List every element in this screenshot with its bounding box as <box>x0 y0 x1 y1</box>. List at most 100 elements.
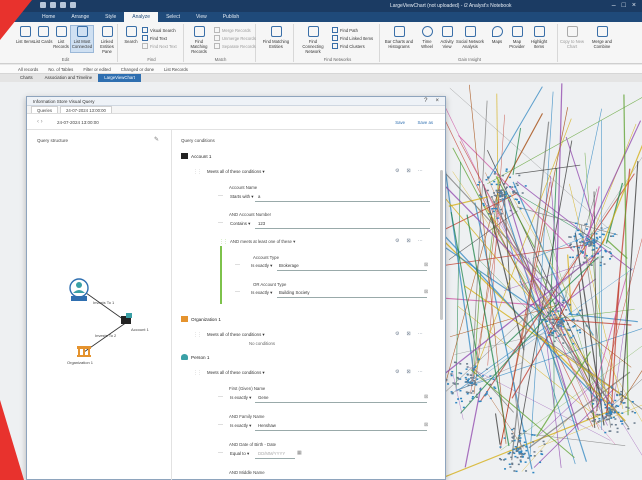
network-node[interactable] <box>557 323 560 326</box>
network-node[interactable] <box>459 363 462 365</box>
network-node[interactable] <box>611 403 614 406</box>
network-node[interactable] <box>504 191 507 193</box>
network-node[interactable] <box>466 363 469 365</box>
network-node[interactable] <box>592 399 595 402</box>
network-node[interactable] <box>604 403 607 406</box>
network-node[interactable] <box>604 416 607 418</box>
network-node[interactable] <box>492 210 495 213</box>
network-node[interactable] <box>496 217 499 219</box>
network-node[interactable] <box>504 468 507 470</box>
network-node[interactable] <box>457 398 460 400</box>
network-node[interactable] <box>621 412 624 414</box>
network-node[interactable] <box>570 246 573 249</box>
network-node[interactable] <box>587 238 590 241</box>
linked-entities-pane-button[interactable]: Linked Entities Pane <box>96 26 118 54</box>
network-node[interactable] <box>616 431 619 433</box>
network-node[interactable] <box>625 406 628 408</box>
network-node[interactable] <box>550 328 553 330</box>
doc-tab-largeviewchart[interactable]: LargeViewChart <box>98 74 141 82</box>
network-node[interactable] <box>585 228 588 230</box>
network-node[interactable] <box>514 455 517 458</box>
dialog-close-icon[interactable]: × <box>435 98 439 104</box>
maps-button[interactable]: Maps <box>486 26 508 44</box>
network-node[interactable] <box>485 178 488 181</box>
network-node[interactable] <box>505 186 508 189</box>
network-node[interactable] <box>519 437 522 439</box>
network-node[interactable] <box>498 184 501 186</box>
network-node[interactable] <box>524 185 527 187</box>
network-node[interactable] <box>598 413 601 416</box>
network-node[interactable] <box>603 263 606 265</box>
network-node[interactable] <box>600 398 603 401</box>
delete-icon[interactable]: ⊠ <box>406 331 410 337</box>
more-icon[interactable]: ··· <box>418 168 423 174</box>
network-node[interactable] <box>482 203 485 205</box>
network-node[interactable] <box>553 302 556 305</box>
network-node[interactable] <box>519 207 522 210</box>
network-node[interactable] <box>539 338 542 340</box>
network-node[interactable] <box>574 222 577 225</box>
network-node[interactable] <box>573 235 576 238</box>
network-node[interactable] <box>561 301 564 304</box>
network-node[interactable] <box>466 366 469 368</box>
network-node[interactable] <box>581 236 584 238</box>
network-node[interactable] <box>509 209 512 212</box>
network-node[interactable] <box>503 183 506 185</box>
network-node[interactable] <box>559 333 562 336</box>
network-node[interactable] <box>540 453 543 455</box>
network-node[interactable] <box>581 240 584 243</box>
network-node[interactable] <box>568 329 571 332</box>
network-node[interactable] <box>508 463 511 466</box>
network-node[interactable] <box>589 244 592 246</box>
network-node[interactable] <box>516 184 519 187</box>
network-node[interactable] <box>559 323 562 325</box>
network-node[interactable] <box>555 325 558 327</box>
network-node[interactable] <box>606 414 609 417</box>
network-node[interactable] <box>598 417 601 420</box>
network-node[interactable] <box>601 233 604 236</box>
network-node[interactable] <box>604 249 607 252</box>
cond-dob-input[interactable]: DD/MM/YYYY <box>258 451 285 456</box>
network-node[interactable] <box>580 309 583 311</box>
network-node[interactable] <box>600 227 603 229</box>
social-network-analysis-button[interactable]: Social Network Analysis <box>456 26 484 49</box>
network-node[interactable] <box>478 194 481 196</box>
network-node[interactable] <box>465 368 468 370</box>
network-node[interactable] <box>562 342 565 344</box>
network-node[interactable] <box>627 428 630 430</box>
network-node[interactable] <box>594 418 597 421</box>
network-node[interactable] <box>447 383 450 385</box>
network-node[interactable] <box>566 329 569 331</box>
network-node[interactable] <box>511 462 514 465</box>
network-node[interactable] <box>522 456 525 458</box>
network-node[interactable] <box>489 375 492 377</box>
network-node[interactable] <box>519 451 522 453</box>
network-node[interactable] <box>517 441 520 443</box>
network-node[interactable] <box>533 455 536 457</box>
network-node[interactable] <box>570 336 573 339</box>
delete-icon[interactable]: ⊠ <box>406 238 410 244</box>
network-node[interactable] <box>578 329 581 331</box>
network-node[interactable] <box>569 244 572 247</box>
network-node[interactable] <box>519 459 522 461</box>
network-node[interactable] <box>580 235 583 237</box>
network-node[interactable] <box>576 254 579 257</box>
list-records-button[interactable]: List Records <box>50 26 72 49</box>
network-node[interactable] <box>478 181 481 183</box>
delete-icon[interactable]: ⊠ <box>406 168 410 174</box>
network-node[interactable] <box>599 264 602 267</box>
settings-icon[interactable]: ⚙ <box>395 369 399 375</box>
filter-edited[interactable]: Filter or edited <box>83 67 110 72</box>
cond-type1-value[interactable]: Brokerage <box>279 263 299 268</box>
network-node[interactable] <box>451 370 454 373</box>
person-match-dropdown[interactable]: Meets all of these conditions ▾ <box>207 370 265 376</box>
network-node[interactable] <box>475 384 478 386</box>
filter-all-records[interactable]: All records <box>18 67 38 72</box>
network-node[interactable] <box>477 183 480 186</box>
network-node[interactable] <box>515 198 518 201</box>
conditions-scrollbar[interactable] <box>440 170 443 320</box>
drag-handle[interactable]: ⋮⋮ <box>193 332 202 338</box>
network-node[interactable] <box>505 168 508 170</box>
network-node[interactable] <box>576 319 579 322</box>
maximize-icon[interactable]: □ <box>622 2 626 9</box>
